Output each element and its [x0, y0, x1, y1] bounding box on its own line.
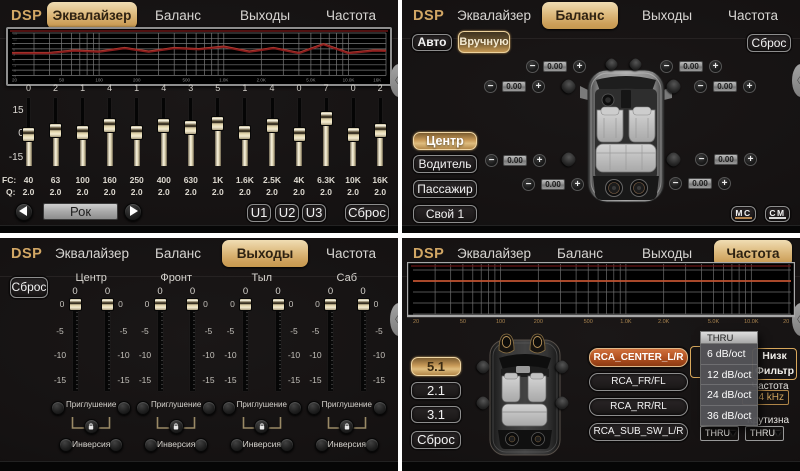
svg-text:10.0K: 10.0K [744, 319, 759, 325]
svg-text:10.0K: 10.0K [343, 78, 355, 83]
svg-text:-3: -3 [13, 64, 16, 68]
svg-text:1.0K: 1.0K [620, 319, 632, 325]
svg-text:50: 50 [460, 319, 466, 325]
svg-text:2.0K: 2.0K [658, 319, 670, 325]
svg-text:0: 0 [13, 59, 15, 63]
svg-text:-6: -6 [13, 69, 16, 73]
svg-text:1.0K: 1.0K [219, 78, 228, 83]
svg-text:50: 50 [59, 78, 65, 83]
svg-text:12: 12 [13, 37, 17, 41]
svg-text:5.0K: 5.0K [708, 319, 720, 325]
svg-text:100: 100 [496, 319, 505, 325]
svg-text:6: 6 [13, 48, 15, 52]
svg-text:2.0K: 2.0K [257, 78, 266, 83]
svg-text:200: 200 [534, 319, 543, 325]
svg-text:20: 20 [783, 319, 789, 325]
svg-text:9: 9 [13, 43, 15, 47]
svg-text:15: 15 [13, 32, 17, 36]
svg-text:-9: -9 [13, 74, 16, 78]
svg-text:20: 20 [413, 319, 419, 325]
svg-text:500: 500 [183, 78, 191, 83]
svg-text:5.0K: 5.0K [306, 78, 315, 83]
svg-text:100: 100 [95, 78, 103, 83]
svg-text:200: 200 [133, 78, 141, 83]
svg-text:500: 500 [584, 319, 593, 325]
svg-text:3: 3 [13, 53, 15, 57]
svg-text:16K: 16K [373, 78, 381, 83]
